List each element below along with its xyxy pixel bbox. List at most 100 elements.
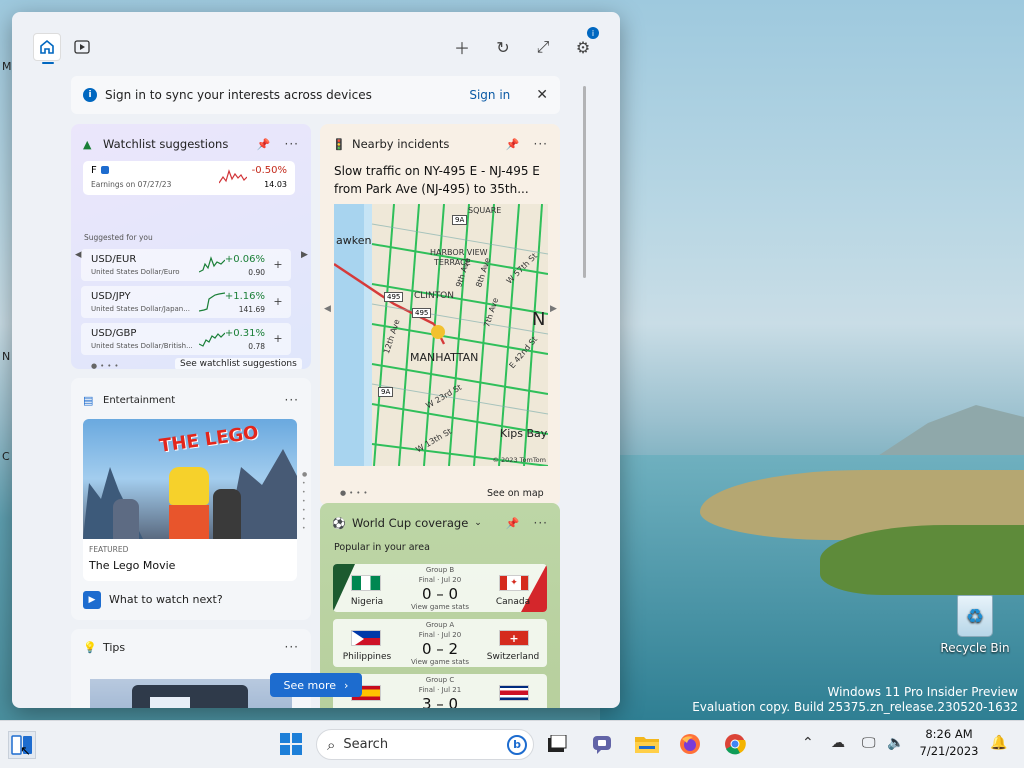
match-status: Final · Jul 21 (418, 686, 462, 694)
tips-image[interactable] (90, 679, 292, 708)
next-arrow-icon[interactable]: ▶ (550, 304, 557, 314)
recycle-bin-icon[interactable]: ♻ Recycle Bin (940, 595, 1010, 655)
teams-chat-button[interactable] (588, 730, 616, 758)
map-shield-9a: 9A (452, 215, 468, 225)
file-explorer-button[interactable] (633, 730, 661, 758)
lego-friend (213, 489, 241, 539)
add-watchlist-button[interactable]: + (271, 295, 285, 309)
featured-stock-tile[interactable]: F Earnings on 07/27/23 -0.50% 14.03 (83, 161, 295, 195)
chrome-button[interactable] (721, 730, 749, 758)
match-card[interactable]: Nigeria Group B Final · Jul 20 0 – 0 Vie… (333, 564, 547, 612)
view-stats-link[interactable]: View game stats (400, 658, 480, 666)
map-shield-495: 495 (384, 292, 404, 302)
entertainment-card: ▤ Entertainment ··· THE LEGO FEATURED Th… (71, 378, 311, 620)
volume-icon[interactable]: 🔈 (887, 735, 904, 751)
refresh-button[interactable]: ↻ (489, 33, 517, 61)
currency-name: United States Dollar/Japan... (91, 305, 190, 313)
what-to-watch-link[interactable]: What to watch next? (109, 593, 223, 606)
match-group: Group A (425, 621, 455, 629)
firefox-button[interactable] (676, 730, 704, 758)
featured-change: -0.50% (251, 165, 287, 176)
carousel-dots[interactable]: ●••• (340, 489, 371, 497)
notification-bell-icon[interactable]: 🔔 (990, 735, 1007, 751)
featured-subtitle: Earnings on 07/27/23 (91, 180, 172, 189)
more-options-icon[interactable]: ··· (534, 137, 548, 151)
featured-value: 14.03 (264, 180, 287, 189)
watchlist-card: ▲ Watchlist suggestions 📌 ··· F Earnings… (71, 124, 311, 369)
home-icon (40, 39, 54, 54)
nearby-incidents-card: 🚦 Nearby incidents 📌 ··· Slow traffic on… (320, 124, 560, 506)
chevron-up-icon[interactable]: ⌃ (802, 735, 814, 751)
home-tab[interactable] (33, 33, 61, 64)
clock-date: 7/21/2023 (919, 744, 979, 758)
list-item[interactable]: USD/GBP United States Dollar/British... … (81, 323, 291, 355)
nigeria-flag-icon (351, 575, 381, 591)
settings-button[interactable]: ⚙ i (569, 27, 599, 61)
traffic-map[interactable]: awken HARBOR VIEW TERRACE CLINTON MANHAT… (334, 204, 548, 466)
see-more-label: See more (283, 678, 337, 692)
video-tab[interactable] (68, 33, 96, 61)
map-label-manhattan: MANHATTAN (410, 351, 479, 364)
see-more-button[interactable]: See more › (270, 673, 362, 697)
next-arrow-icon[interactable]: ▶ (301, 250, 308, 260)
see-watchlist-link[interactable]: See watchlist suggestions (175, 358, 302, 369)
carousel-dots[interactable]: ●••• (91, 362, 122, 369)
cloud-offline-icon[interactable]: ☁ (831, 735, 845, 751)
list-item[interactable]: USD/EUR United States Dollar/Euro +0.06%… (81, 249, 291, 281)
watermark-line-2: Evaluation copy. Build 25375.zn_release.… (692, 700, 1018, 714)
panel-scrollbar[interactable] (583, 86, 586, 278)
movie-poster[interactable]: THE LEGO (83, 419, 297, 539)
match-card[interactable]: Philippines Group A Final · Jul 20 0 – 2… (333, 619, 547, 667)
sign-in-link[interactable]: Sign in (469, 88, 510, 102)
taskbar-search-box[interactable]: ⌕ Search b (316, 729, 534, 760)
widgets-panel: ＋ ↻ ⤢ ⚙ i i Sign in to sync your interes… (12, 12, 620, 708)
close-icon[interactable]: ✕ (536, 87, 548, 103)
world-cup-title: World Cup coverage (352, 516, 469, 530)
more-options-icon[interactable]: ··· (285, 393, 299, 407)
change-percent: +0.06% (224, 254, 265, 265)
add-watchlist-button[interactable]: + (271, 258, 285, 272)
sparkline-chart (199, 292, 225, 312)
add-watchlist-button[interactable]: + (271, 332, 285, 346)
pin-icon[interactable]: 📌 (257, 138, 271, 151)
movie-caption[interactable]: FEATURED The Lego Movie (83, 539, 297, 581)
taskbar-clock[interactable]: 8:26 AM 7/21/2023 (918, 726, 980, 760)
currency-name: United States Dollar/Euro (91, 268, 180, 276)
see-on-map-link[interactable]: See on map (487, 488, 544, 499)
vertical-page-dots[interactable]: ● • • • • • • (302, 470, 308, 533)
sign-in-message: Sign in to sync your interests across de… (105, 88, 372, 102)
network-icon[interactable]: 🖵 (862, 735, 876, 751)
task-view-button[interactable] (543, 730, 571, 758)
match-card[interactable]: Group C Final · Jul 21 3 – 0 (333, 674, 547, 708)
evaluation-watermark: Windows 11 Pro Insider Preview Evaluatio… (692, 685, 1018, 715)
costa-rica-flag-icon (499, 685, 529, 701)
pin-icon[interactable]: 📌 (506, 138, 520, 151)
home-team: Nigeria (350, 597, 384, 607)
start-button[interactable] (277, 730, 305, 758)
more-options-icon[interactable]: ··· (285, 640, 299, 654)
info-icon: i (83, 88, 97, 102)
prev-arrow-icon[interactable]: ◀ (324, 304, 331, 314)
canada-flag-icon: ✦ (499, 575, 529, 591)
currency-symbol: USD/JPY (91, 291, 131, 302)
search-icon: ⌕ (327, 735, 336, 754)
list-item[interactable]: USD/JPY United States Dollar/Japan... +1… (81, 286, 291, 318)
map-copyright: © 2023 TomTom (492, 456, 546, 464)
incident-headline[interactable]: Slow traffic on NY-495 E - NJ-495 E from… (334, 162, 546, 198)
match-score: 3 – 0 (421, 695, 459, 708)
poster-title-text: THE LEGO (158, 422, 260, 457)
map-label-n: N (532, 309, 546, 330)
bing-icon[interactable]: b (507, 734, 527, 755)
chat-icon (593, 736, 611, 754)
view-stats-link[interactable]: View game stats (400, 603, 480, 611)
play-icon: ▶ (83, 591, 101, 609)
more-options-icon[interactable]: ··· (285, 137, 299, 151)
add-widget-button[interactable]: ＋ (448, 33, 476, 61)
change-percent: +1.16% (224, 291, 265, 302)
expand-button[interactable]: ⤢ (529, 33, 557, 61)
pin-icon[interactable]: 📌 (506, 517, 520, 530)
more-options-icon[interactable]: ··· (534, 516, 548, 530)
firefox-icon (680, 734, 700, 754)
chevron-down-icon[interactable]: ⌄ (474, 518, 482, 528)
task-view-icon (548, 735, 567, 752)
